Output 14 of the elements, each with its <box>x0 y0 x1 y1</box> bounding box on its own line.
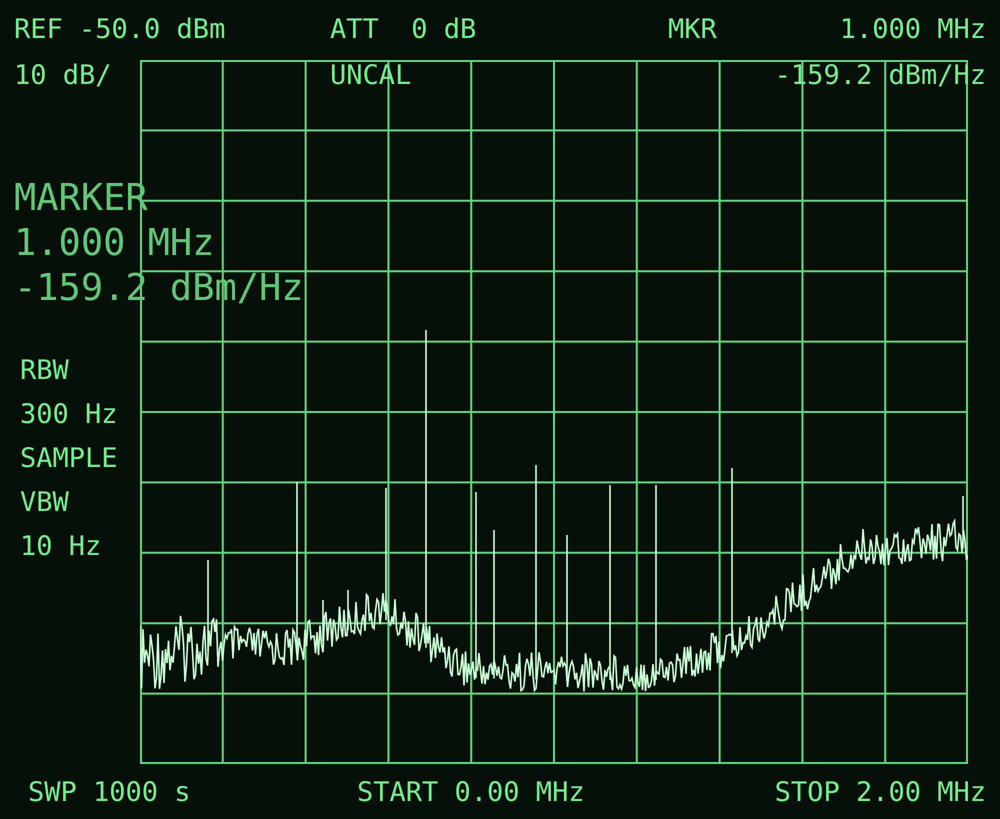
reference-level: REF -50.0 dBm <box>14 15 226 45</box>
marker-label: MKR <box>668 15 718 45</box>
stop-frequency: STOP 2.00 MHz <box>774 778 986 808</box>
setting-label: 10 Hz <box>20 532 102 562</box>
marker-readout-line: 1.000 MHz <box>14 220 214 265</box>
setting-label: RBW <box>20 356 69 386</box>
marker-frequency: 1.000 MHz <box>840 15 986 45</box>
setting-label: SAMPLE <box>20 444 118 474</box>
sweep-time: SWP 1000 s <box>28 778 192 808</box>
setting-label: VBW <box>20 488 69 518</box>
start-frequency: START 0.00 MHz <box>357 778 586 808</box>
setting-label: 300 Hz <box>20 400 118 430</box>
attenuation: ATT 0 dB <box>330 15 478 45</box>
scale-per-division: 10 dB/ <box>14 61 113 91</box>
